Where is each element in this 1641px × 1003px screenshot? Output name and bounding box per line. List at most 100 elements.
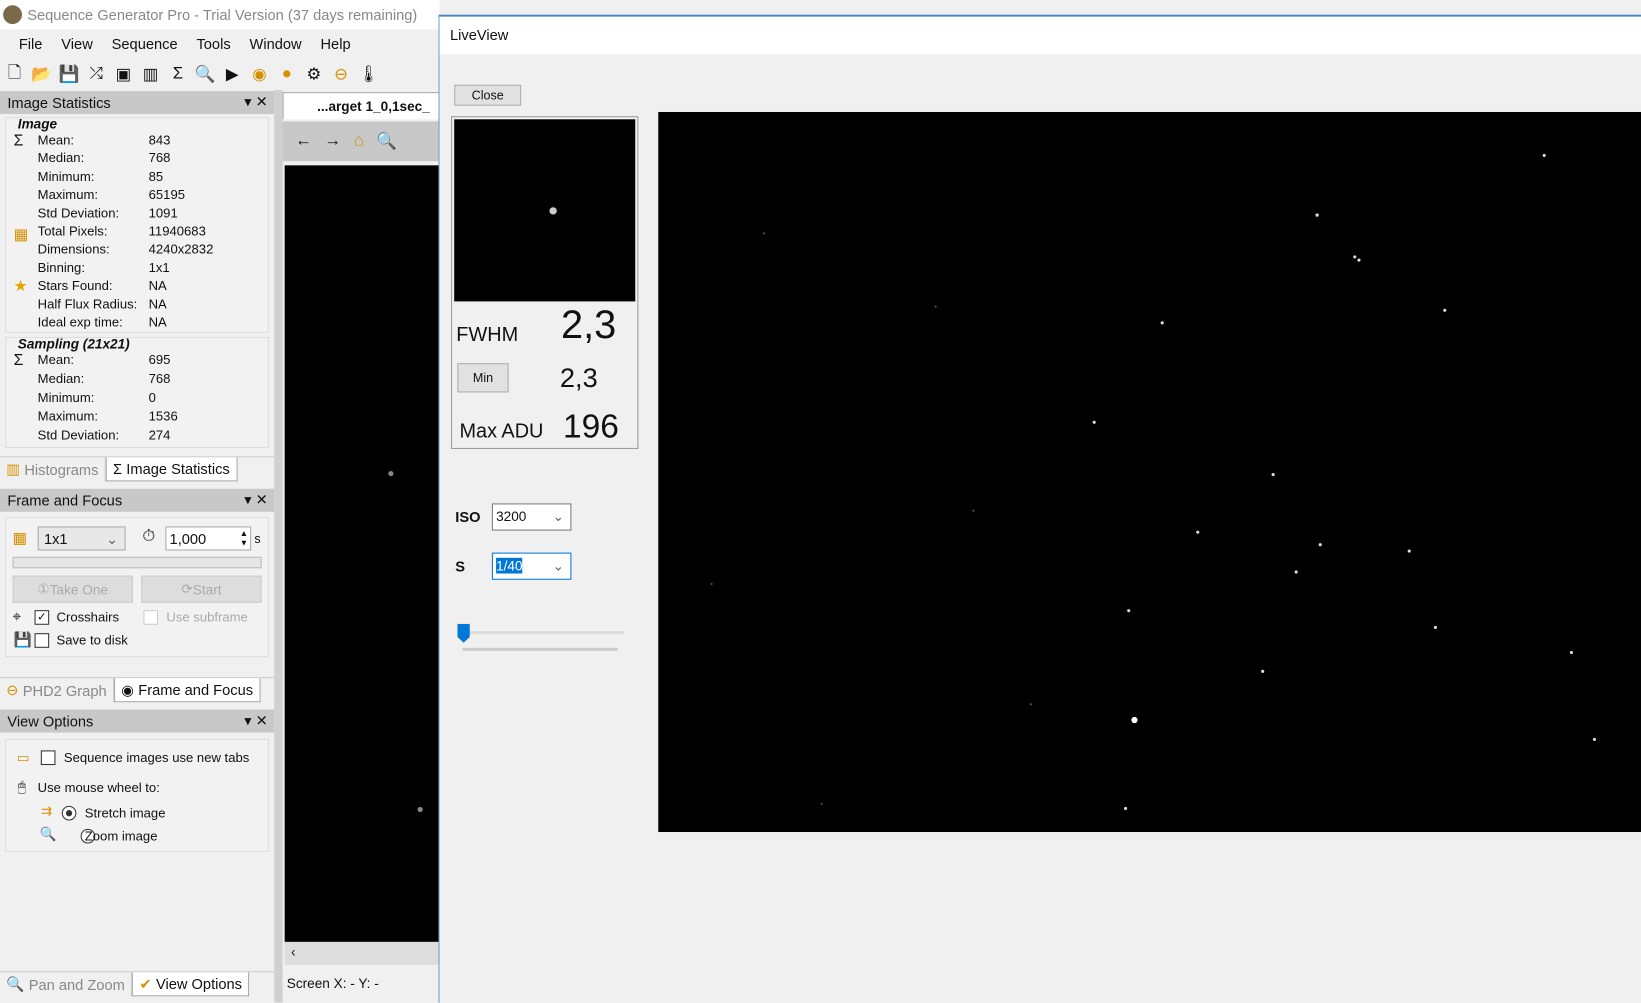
star-icon: ★ [13, 277, 28, 296]
tab-pan-and-zoom[interactable]: 🔍 Pan and Zoom [0, 972, 133, 997]
panel-controls[interactable]: ▾ ✕ [244, 491, 268, 509]
star-point [972, 509, 975, 512]
stat-value: 65195 [148, 187, 185, 203]
toolbar: 🗋 📂 💾 ⤮ ▣ ▥ Σ 🔍 ▶ ◉ ● ⚙ ⊖ 🌡 [0, 61, 440, 88]
stat-value: 4240x2832 [148, 242, 214, 257]
tab-histograms[interactable]: ▥ Histograms [0, 457, 106, 482]
pixels-icon: ▦ [13, 226, 29, 244]
exposure-input[interactable]: 1,000 ▲ ▼ [165, 526, 252, 551]
tabs-stats: ▥ Histograms Σ Image Statistics [0, 456, 275, 482]
panel-title: Image Statistics [7, 94, 111, 111]
close-button[interactable]: Close [454, 84, 522, 106]
star-point [1443, 308, 1447, 312]
search-icon[interactable]: 🔍 [195, 64, 216, 85]
frame-focus-header: Frame and Focus ▾ ✕ [0, 488, 275, 512]
chevron-left-icon[interactable]: ‹ [291, 944, 296, 960]
check-icon: ✔ [139, 974, 152, 992]
stat-label: Minimum: [37, 390, 95, 406]
binning-icon: ▦ [12, 529, 28, 548]
stat-label: Half Flux Radius: [37, 296, 138, 312]
start-button[interactable]: ⟳ Start [141, 575, 262, 603]
slider-thumb[interactable] [457, 623, 470, 643]
circle-icon[interactable]: ● [276, 65, 297, 84]
tab-view-options[interactable]: ✔ View Options [132, 972, 250, 997]
doc-toolbar: ← → ⌂ 🔍 [282, 121, 440, 162]
panel-title: View Options [7, 712, 94, 730]
phd2-icon[interactable]: ⊖ [331, 64, 352, 85]
live-image[interactable] [658, 111, 1641, 833]
tab-phd2-graph[interactable]: ⊖ PHD2 Graph [0, 678, 114, 703]
zoom-label: Zoom image [84, 828, 158, 844]
crosshairs-checkbox[interactable]: ✓ [34, 610, 50, 625]
frame-icon[interactable]: ▣ [113, 64, 134, 85]
star-point [1127, 609, 1131, 613]
open-icon[interactable]: 📂 [31, 64, 52, 85]
panel-controls[interactable]: ▾ ✕ [244, 93, 268, 111]
star-point [1196, 530, 1200, 534]
stretch-radio[interactable] [61, 805, 77, 821]
image-view[interactable] [284, 165, 440, 942]
save-to-disk-checkbox[interactable] [34, 633, 50, 648]
sigma-icon: Σ [13, 351, 24, 370]
menu-window[interactable]: Window [240, 36, 311, 53]
take-one-button[interactable]: ① Take One [12, 575, 133, 603]
star-point [1124, 806, 1128, 811]
slider-track[interactable] [462, 631, 624, 635]
fwhm-value: 2,3 [560, 303, 617, 348]
aperture-icon[interactable]: ◉ [249, 64, 270, 85]
doc-tab[interactable]: ...arget 1_0,1sec_ [282, 92, 440, 120]
tab-image-statistics[interactable]: Σ Image Statistics [105, 457, 238, 482]
aperture-icon: ◉ [121, 680, 135, 698]
marker-icon[interactable]: ⌂ [354, 132, 364, 151]
panel-title: Frame and Focus [7, 491, 123, 509]
fwhm-label: FWHM [456, 324, 519, 347]
splitter[interactable] [274, 90, 283, 1003]
sigma-icon[interactable]: Σ [167, 65, 188, 84]
star-point [1353, 255, 1357, 259]
button-label: Close [471, 87, 504, 103]
binning-select[interactable]: 1x1 ⌄ [37, 526, 126, 551]
new-icon[interactable]: 🗋 [4, 60, 25, 88]
star-point [1569, 650, 1573, 655]
star-point [1407, 549, 1411, 553]
subframe-checkbox[interactable] [143, 610, 159, 625]
menu-sequence[interactable]: Sequence [102, 36, 187, 53]
menu-help[interactable]: Help [311, 36, 360, 53]
menu-file[interactable]: File [9, 36, 51, 53]
stat-label: Median: [37, 371, 85, 387]
shutter-select[interactable]: 1/40 ⌄ [491, 552, 572, 580]
save-icon: 💾 [13, 631, 32, 648]
shuffle-icon[interactable]: ⤮ [86, 65, 107, 84]
button-label: Min [472, 370, 494, 386]
new-tabs-checkbox[interactable] [40, 750, 56, 766]
star-point [710, 582, 713, 586]
shutter-value: 1/40 [496, 557, 523, 574]
back-icon[interactable]: ← [295, 132, 312, 151]
forward-icon[interactable]: → [324, 132, 341, 151]
iso-select[interactable]: 3200 ⌄ [491, 503, 572, 531]
stat-label: Maximum: [37, 409, 99, 424]
tab-frame-and-focus[interactable]: ◉ Frame and Focus [113, 678, 261, 703]
stat-label: Maximum: [37, 187, 99, 203]
chevron-down-icon: ⌄ [552, 508, 565, 525]
save-icon[interactable]: 💾 [59, 64, 80, 85]
tab-label: Image Statistics [126, 460, 230, 478]
histogram-icon[interactable]: ▥ [140, 64, 161, 85]
play-icon[interactable]: ▶ [222, 64, 243, 85]
liveview-window: LiveView Close FWHM 2,3 Min 2,3 Max ADU … [438, 14, 1641, 1003]
star-point [1092, 420, 1096, 424]
app-logo-icon [3, 5, 22, 25]
min-button[interactable]: Min [457, 363, 509, 393]
menu-tools[interactable]: Tools [187, 36, 240, 53]
star-point [1433, 625, 1437, 629]
gear-icon[interactable]: ⚙ [304, 64, 325, 85]
panel-controls[interactable]: ▾ ✕ [244, 712, 268, 730]
thermometer-icon[interactable]: 🌡 [358, 64, 379, 85]
star-point [1592, 737, 1597, 741]
horizontal-scrollbar[interactable]: ‹ [284, 941, 440, 965]
zoom-icon[interactable]: 🔍 [376, 131, 397, 152]
spin-icon[interactable]: ▲ ▼ [240, 529, 248, 548]
star-point [1542, 153, 1546, 157]
stat-value: NA [148, 296, 167, 312]
menu-view[interactable]: View [52, 36, 102, 53]
